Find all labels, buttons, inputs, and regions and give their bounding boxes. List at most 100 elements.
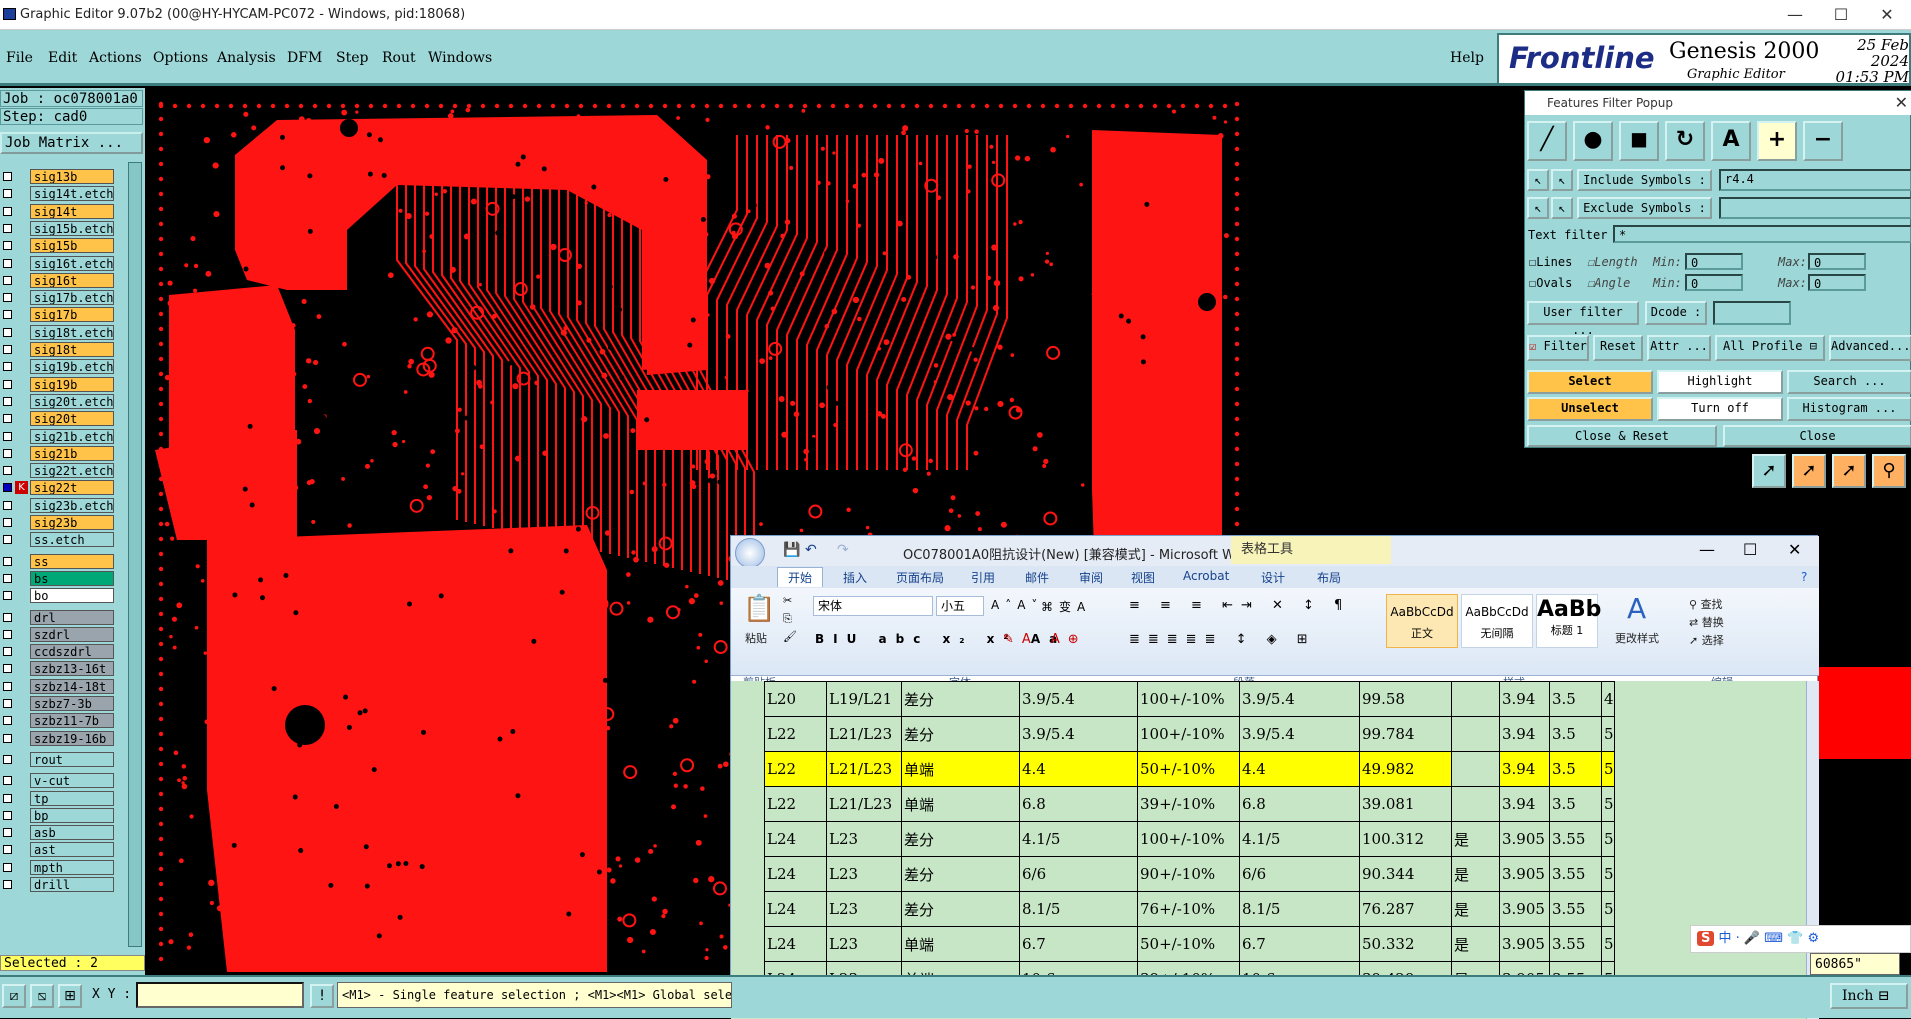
layer-checkbox[interactable] — [3, 699, 12, 708]
layer-checkbox[interactable] — [3, 293, 12, 303]
layer-checkbox[interactable] — [3, 828, 12, 838]
cut-icon[interactable]: ✂ — [783, 594, 792, 607]
menu-dfm[interactable]: DFM — [287, 50, 322, 66]
layer-name[interactable]: asb — [30, 825, 114, 841]
format-painter-icon[interactable]: 🖌 — [783, 630, 797, 643]
layer-name[interactable]: sig20t.etch — [30, 393, 114, 409]
close-icon[interactable]: ✕ — [1788, 540, 1801, 559]
table-cell[interactable]: 5 — [1601, 856, 1615, 892]
exclude-arrow2-icon[interactable]: ↖ — [1551, 197, 1573, 219]
table-cell[interactable]: 6.8 — [1239, 786, 1360, 822]
table-cell[interactable]: 3.905 — [1499, 926, 1550, 962]
layer-row[interactable]: sig18t.etch — [0, 324, 118, 341]
layer-checkbox[interactable] — [3, 431, 12, 441]
search-button[interactable]: Search ... — [1787, 370, 1911, 394]
layer-row[interactable]: ccdszdrl — [0, 643, 118, 660]
paste-icon[interactable]: 📋 — [743, 594, 775, 624]
close-icon[interactable]: ✕ — [1895, 91, 1908, 115]
table-cell[interactable]: L19/L21 — [826, 681, 902, 717]
menu-edit[interactable]: Edit — [48, 50, 77, 66]
layer-checkbox[interactable] — [3, 556, 12, 566]
table-cell[interactable] — [1451, 681, 1500, 717]
include-arrow-icon[interactable]: ↖ — [1527, 169, 1549, 191]
length-min-input[interactable]: 0 — [1685, 253, 1743, 270]
job-matrix-button[interactable]: Job Matrix ... — [0, 132, 143, 154]
style-normal[interactable]: AaBbCcDd 正文 — [1386, 594, 1458, 648]
pointer-net-icon[interactable]: ⚲ — [1872, 454, 1906, 488]
layer-row[interactable]: szbz13-16t — [0, 660, 118, 677]
angle-checkbox[interactable]: ☐Angle — [1587, 276, 1630, 290]
table-cell[interactable]: 3.55 — [1549, 821, 1602, 857]
table-cell[interactable]: L21/L23 — [826, 751, 902, 787]
layer-name[interactable]: sig19b.etch — [30, 359, 114, 375]
layer-checkbox[interactable] — [3, 448, 12, 458]
maximize-icon[interactable]: ☐ — [1743, 540, 1757, 559]
layer-row[interactable]: sig21b.etch — [0, 428, 118, 445]
layer-checkbox[interactable] — [3, 629, 12, 639]
table-cell[interactable]: 100+/-10% — [1137, 716, 1240, 752]
layer-checkbox[interactable] — [3, 591, 12, 601]
surface-feature-icon[interactable]: ◼ — [1619, 121, 1659, 161]
layer-row[interactable]: sig23b.etch — [0, 497, 118, 514]
menu-rout[interactable]: Rout — [382, 50, 416, 66]
filter-toggle-button[interactable]: ☑ Filter — [1527, 335, 1589, 361]
table-cell[interactable]: L20 — [764, 681, 827, 717]
layer-name[interactable]: sig21b.etch — [30, 428, 114, 444]
layer-name[interactable]: sig18t — [30, 342, 114, 357]
layer-checkbox[interactable] — [3, 345, 12, 354]
table-cell[interactable] — [1451, 786, 1500, 822]
table-cell[interactable]: 单端 — [901, 786, 1020, 822]
table-cell[interactable]: 4.1/5 — [1239, 821, 1360, 857]
save-icon[interactable]: 💾 — [783, 542, 800, 558]
highlight-color-icon[interactable]: ✎A A⊕ — [1003, 632, 1087, 647]
layer-name[interactable]: drl — [30, 609, 114, 625]
table-cell[interactable]: 3.94 — [1499, 716, 1550, 752]
tab-review[interactable]: 审阅 — [1079, 569, 1103, 586]
layer-name[interactable]: sig23b — [30, 515, 114, 530]
length-max-input[interactable]: 0 — [1808, 253, 1866, 270]
layer-name[interactable]: ss.etch — [30, 532, 114, 548]
close-reset-button[interactable]: Close & Reset — [1527, 425, 1717, 447]
table-cell[interactable]: 差分 — [901, 821, 1020, 857]
table-cell[interactable]: 4.4 — [1239, 751, 1360, 787]
layer-row[interactable]: ss — [0, 553, 118, 570]
histogram-button[interactable]: Histogram ... — [1787, 397, 1911, 421]
layer-checkbox[interactable] — [3, 716, 12, 726]
include-symbols-input[interactable]: r4.4 — [1719, 169, 1911, 191]
layer-name[interactable]: sig17b — [30, 307, 114, 323]
table-cell[interactable]: 是 — [1451, 856, 1500, 892]
layer-checkbox[interactable] — [3, 681, 12, 691]
table-cell[interactable]: L23 — [826, 891, 902, 927]
find-button[interactable]: ⚲ 查找 — [1689, 596, 1723, 612]
table-cell[interactable]: L24 — [764, 821, 827, 857]
table-cell[interactable]: 6/6 — [1019, 856, 1138, 892]
menu-analysis[interactable]: Analysis — [217, 50, 276, 66]
redo-icon[interactable]: ↷ — [837, 542, 849, 558]
table-cell[interactable]: 6.7 — [1239, 926, 1360, 962]
layer-checkbox[interactable] — [3, 327, 12, 337]
table-cell[interactable]: 5 — [1601, 786, 1615, 822]
text-feature-icon[interactable]: A — [1711, 121, 1751, 161]
table-cell[interactable]: 3.55 — [1549, 856, 1602, 892]
layer-row[interactable]: bs — [0, 570, 118, 587]
layer-checkbox[interactable] — [3, 483, 12, 493]
table-cell[interactable]: 3.9/5.4 — [1019, 681, 1138, 717]
table-cell[interactable]: 99.784 — [1359, 716, 1452, 752]
pad-feature-icon[interactable]: ● — [1573, 121, 1613, 161]
table-cell[interactable]: 90+/-10% — [1137, 856, 1240, 892]
layer-name[interactable]: sig20t — [30, 411, 114, 427]
layer-checkbox[interactable] — [3, 310, 12, 320]
unit-dropdown[interactable]: Inch ⊟ — [1830, 983, 1908, 1009]
layer-name[interactable]: szbz14-18t — [30, 678, 114, 694]
layer-row[interactable]: bo — [0, 587, 118, 604]
table-cell[interactable]: 3.5 — [1549, 716, 1602, 752]
style-heading1[interactable]: AaBb 标题 1 — [1536, 594, 1601, 648]
replace-button[interactable]: ⇄ 替换 — [1689, 614, 1724, 630]
measure-icon[interactable]: ⧄ — [2, 984, 26, 1008]
table-cell[interactable] — [1451, 716, 1500, 752]
menu-windows[interactable]: Windows — [428, 50, 492, 66]
table-cell[interactable]: 单端 — [901, 926, 1020, 962]
layer-checkbox[interactable] — [3, 223, 12, 233]
table-cell[interactable]: L21/L23 — [826, 716, 902, 752]
table-cell[interactable]: 差分 — [901, 856, 1020, 892]
